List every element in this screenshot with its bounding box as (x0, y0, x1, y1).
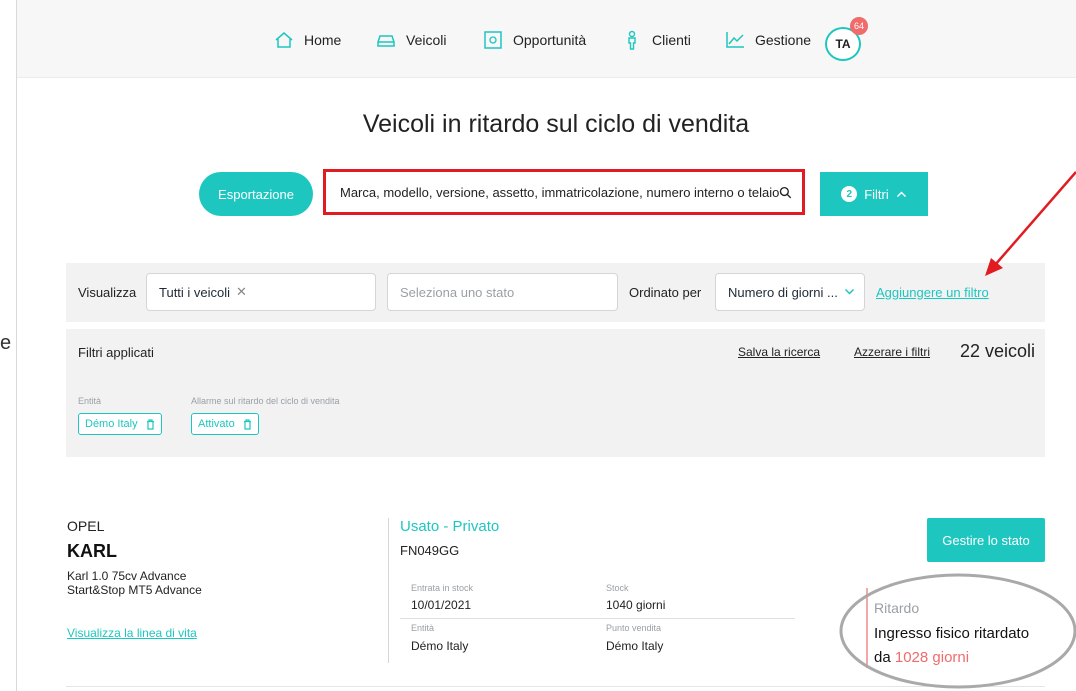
person-icon (628, 30, 636, 50)
search-icon (780, 186, 792, 198)
nav-gestione-label: Gestione (755, 32, 812, 48)
chevron-down-icon (844, 288, 854, 295)
sort-select[interactable]: Numero di giorni ... (715, 273, 865, 311)
clear-view-icon[interactable]: ✕ (236, 284, 247, 300)
delay-amount: da 1028 giorni (874, 649, 969, 666)
nav-item-home[interactable]: Home (273, 30, 341, 50)
sort-value: Numero di giorni ... (728, 284, 838, 300)
delay-prefix: da (874, 649, 895, 666)
vehicle-model: KARL (67, 541, 117, 561)
view-label: Visualizza (78, 285, 137, 300)
delay-days: 1028 giorni (894, 649, 970, 666)
nav-opportunita-label: Opportunità (513, 32, 587, 48)
vehicle-plate: FN049GG (400, 543, 460, 558)
delay-description: Ingresso fisico ritardato (874, 625, 1030, 642)
reset-filters-link[interactable]: Azzerare i filtri (854, 345, 930, 359)
delay-label: Ritardo (874, 600, 920, 616)
filters-button[interactable]: 2 Filtri (820, 172, 928, 216)
entity-value: Démo Italy (411, 639, 469, 653)
stock-value: 1040 giorni (606, 598, 666, 612)
applied-filters-title: Filtri applicati (78, 345, 154, 360)
notification-badge: 64 (850, 17, 868, 35)
opportunity-icon (484, 31, 502, 49)
top-navigation: Home Veicoli Opportunità Clienti Gestion… (17, 0, 1076, 78)
state-select[interactable]: Seleziona uno stato (387, 273, 618, 311)
card-divider (388, 518, 389, 663)
search-input[interactable]: Marca, modello, versione, assetto, immat… (323, 169, 805, 215)
chip-alarm[interactable]: Attivato (191, 413, 259, 435)
nav-clienti-label: Clienti (652, 32, 691, 48)
filters-label: Filtri (864, 186, 889, 202)
car-icon (377, 35, 395, 47)
chip-entity-label: Entità (78, 396, 102, 406)
filter-bar: Visualizza Tutti i veicoli ✕ Seleziona u… (66, 263, 1045, 322)
nav-item-veicoli[interactable]: Veicoli (375, 30, 446, 50)
page-title: Veicoli in ritardo sul ciclo di vendita (362, 110, 750, 138)
stock-entry-label: Entrata in stock (411, 583, 474, 593)
vehicle-version: Karl 1.0 75cv Advance Start&Stop MT5 Adv… (67, 569, 202, 597)
stray-glyph: e (0, 332, 12, 354)
nav-item-opportunita[interactable]: Opportunità (482, 30, 586, 50)
add-filter-link[interactable]: Aggiungere un filtro (876, 285, 989, 300)
view-select[interactable]: Tutti i veicoli ✕ (146, 273, 376, 311)
chip-entity-value: Démo Italy (85, 418, 138, 430)
trash-icon[interactable] (146, 418, 155, 430)
applied-filters-panel: Filtri applicati Salva la ricerca Azzera… (66, 329, 1045, 457)
vehicle-type: Usato - Privato (400, 518, 500, 535)
chart-icon (726, 32, 744, 48)
save-search-link[interactable]: Salva la ricerca (738, 345, 820, 359)
point-of-sale-label: Punto vendita (606, 623, 662, 633)
nav-item-clienti[interactable]: Clienti (621, 30, 691, 50)
state-placeholder: Seleziona uno stato (400, 284, 515, 300)
sort-label: Ordinato per (629, 285, 702, 300)
chip-alarm-label: Allarme sul ritardo del ciclo di vendita (191, 396, 340, 406)
nav-home-label: Home (304, 32, 342, 48)
vehicle-make: OPEL (67, 518, 105, 534)
view-value: Tutti i veicoli (159, 284, 231, 300)
chevron-up-icon (896, 191, 906, 198)
info-divider (400, 618, 795, 619)
lifeline-link[interactable]: Visualizza la linea di vita (67, 626, 197, 640)
nav-item-gestione[interactable]: Gestione (724, 30, 811, 50)
card-bottom-divider (66, 686, 1045, 687)
window-left-border (16, 0, 17, 691)
search-placeholder: Marca, modello, versione, assetto, immat… (340, 184, 780, 200)
manage-state-button[interactable]: Gestire lo stato (927, 518, 1045, 562)
nav-veicoli-label: Veicoli (406, 32, 447, 48)
entity-label: Entità (411, 623, 435, 633)
point-of-sale-value: Démo Italy (606, 639, 664, 653)
annotation-arrow (994, 171, 1076, 266)
trash-icon[interactable] (243, 418, 252, 430)
filters-count-badge: 2 (841, 186, 858, 202)
chip-entity[interactable]: Démo Italy (78, 413, 162, 435)
stock-entry-value: 10/01/2021 (411, 598, 472, 612)
home-icon (275, 32, 293, 48)
vehicle-count: 22 veicoli (959, 341, 1035, 361)
export-button[interactable]: Esportazione (199, 172, 313, 216)
chip-alarm-value: Attivato (198, 418, 235, 430)
stock-label: Stock (606, 583, 629, 593)
